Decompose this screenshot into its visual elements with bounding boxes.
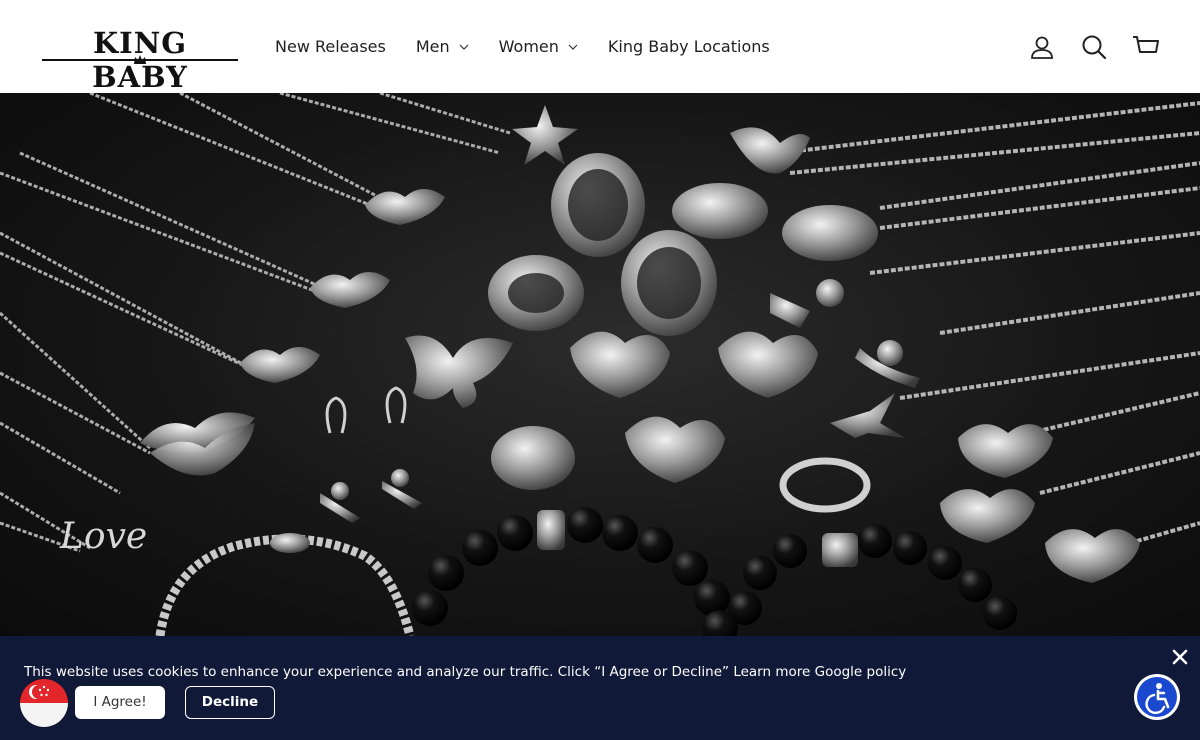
main-nav: New Releases Men Women King Baby Locatio… (275, 36, 800, 58)
hero-image: Love (0, 93, 1200, 636)
accessibility-icon (1145, 683, 1170, 715)
singapore-flag-icon[interactable] (20, 679, 68, 727)
nav-king-baby-locations[interactable]: King Baby Locations (608, 36, 770, 58)
accessibility-icon-bg (1137, 677, 1177, 717)
cookie-message-text: This website uses cookies to enhance you… (24, 664, 730, 680)
nav-women[interactable]: Women (499, 36, 578, 58)
nav-men[interactable]: Men (416, 36, 469, 58)
cart-icon[interactable] (1132, 33, 1160, 61)
nav-label: King Baby Locations (607, 37, 770, 56)
account-icon[interactable] (1028, 33, 1056, 61)
google-policy-link[interactable]: Google policy (815, 664, 907, 680)
nav-label: New Releases (275, 37, 386, 56)
close-icon[interactable] (1171, 648, 1189, 666)
chevron-down-icon (568, 44, 578, 50)
jewelry-illustration: Love (0, 93, 1200, 636)
cookie-banner: This website uses cookies to enhance you… (0, 636, 1200, 740)
site-header: KING BABY New Releases Men Women King Ba… (0, 0, 1200, 94)
learn-more-link[interactable]: Learn more (733, 664, 810, 680)
header-icons (1028, 33, 1163, 61)
nav-label: Men (415, 37, 450, 56)
chevron-down-icon (459, 44, 469, 50)
crown-icon (134, 55, 146, 64)
accessibility-button[interactable] (1134, 674, 1180, 720)
love-pendant-script: Love (59, 516, 147, 557)
nav-new-releases[interactable]: New Releases (275, 36, 386, 58)
agree-button[interactable]: I Agree! (75, 686, 165, 719)
brand-logo[interactable]: KING BABY (40, 26, 240, 94)
nav-label: Women (498, 37, 559, 56)
search-icon[interactable] (1080, 33, 1108, 61)
decline-button[interactable]: Decline (185, 686, 275, 719)
cookie-message: This website uses cookies to enhance you… (24, 663, 1124, 681)
